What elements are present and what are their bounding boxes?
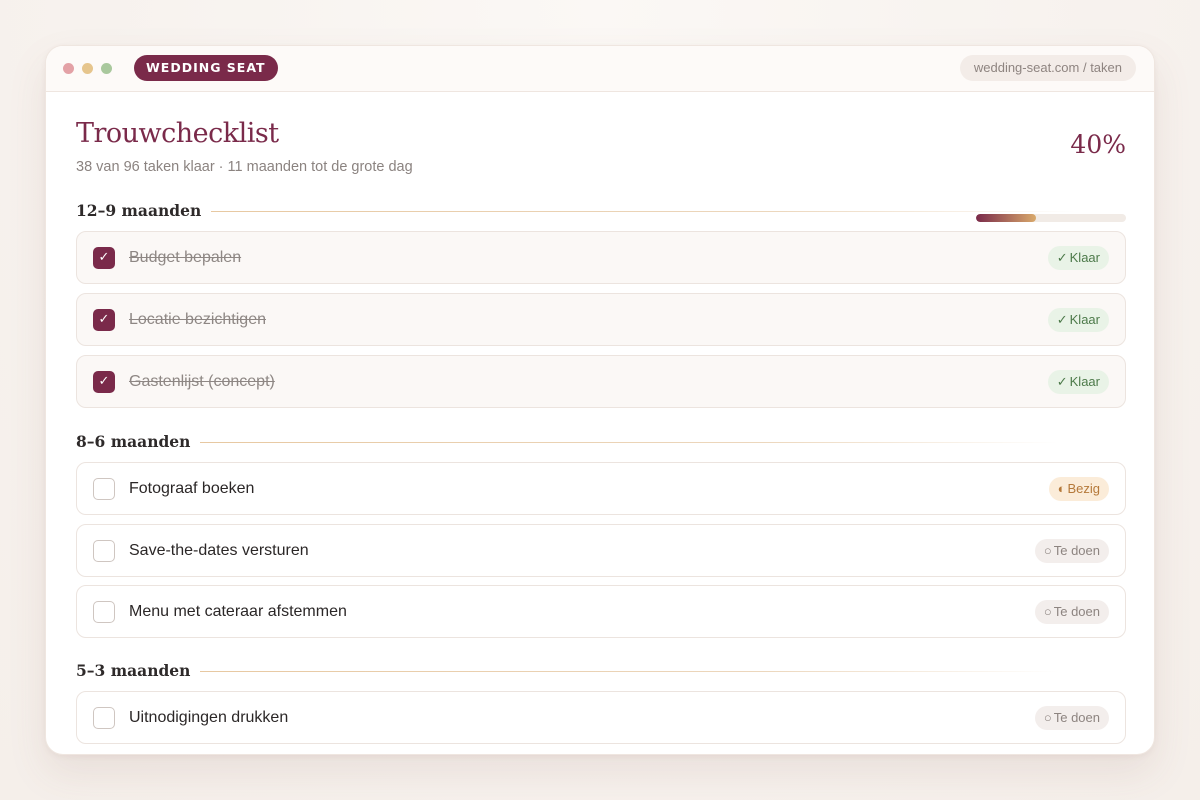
check-icon: ✓ bbox=[98, 250, 110, 265]
task-label: Uitnodigingen drukken bbox=[129, 709, 289, 726]
status-badge[interactable]: ◐ Bezig bbox=[1048, 477, 1109, 501]
task-label: Menu met cateraar afstemmen bbox=[129, 603, 347, 620]
progress-percentage: 40% bbox=[1070, 130, 1126, 159]
section-title: 8–6 maanden bbox=[76, 431, 201, 453]
task-checkbox[interactable]: ✓ bbox=[93, 247, 115, 269]
section-header: 12–9 maanden bbox=[76, 200, 1126, 222]
status-badge-label: Bezig bbox=[1067, 481, 1100, 496]
maximize-window-button[interactable] bbox=[101, 63, 112, 74]
circle-icon: ○ bbox=[1043, 710, 1052, 725]
status-badge[interactable]: ✓ Klaar bbox=[1047, 308, 1109, 332]
status-badge[interactable]: ✓ Klaar bbox=[1047, 370, 1109, 394]
section-divider bbox=[76, 211, 1076, 212]
status-badge-label: Klaar bbox=[1069, 250, 1100, 265]
app-window: WEDDING SEAT wedding-seat.com / taken Tr… bbox=[45, 45, 1155, 755]
check-icon: ✓ bbox=[1056, 374, 1068, 389]
minimize-window-button[interactable] bbox=[82, 63, 93, 74]
check-icon: ✓ bbox=[98, 312, 110, 327]
section-header: 5–3 maanden bbox=[76, 660, 1126, 682]
check-icon: ✓ bbox=[1056, 312, 1068, 327]
status-badge-label: Klaar bbox=[1069, 374, 1100, 389]
status-badge[interactable]: ○ Te doen bbox=[1034, 600, 1109, 624]
task-menu-met-cateraar-afstemmen[interactable]: Menu met cateraar afstemmen ○ Te doen bbox=[76, 585, 1126, 638]
section-divider bbox=[76, 442, 1058, 443]
circle-icon: ○ bbox=[1043, 543, 1052, 558]
task-locatie-bezichtigen[interactable]: ✓ Locatie bezichtigen ✓ Klaar bbox=[76, 293, 1126, 346]
status-badge-label: Te doen bbox=[1053, 604, 1100, 619]
brand-logo[interactable]: WEDDING SEAT bbox=[134, 55, 278, 81]
task-label: Gastenlijst (concept) bbox=[129, 373, 275, 390]
check-icon: ✓ bbox=[98, 374, 110, 389]
page-title: Trouwchecklist bbox=[76, 118, 279, 149]
task-uitnodigingen-drukken[interactable]: Uitnodigingen drukken ○ Te doen bbox=[76, 691, 1126, 744]
task-label: Fotograaf boeken bbox=[129, 480, 255, 497]
status-badge-label: Te doen bbox=[1053, 710, 1100, 725]
status-badge[interactable]: ✓ Klaar bbox=[1047, 246, 1109, 270]
url-bar[interactable]: wedding-seat.com / taken bbox=[959, 55, 1136, 81]
check-icon: ✓ bbox=[1056, 250, 1068, 265]
section-title: 12–9 maanden bbox=[76, 200, 212, 222]
task-gastenlijst-concept[interactable]: ✓ Gastenlijst (concept) ✓ Klaar bbox=[76, 355, 1126, 408]
section-5-3-months: 5–3 maanden bbox=[76, 660, 1126, 682]
task-checkbox[interactable] bbox=[93, 540, 115, 562]
task-label: Locatie bezichtigen bbox=[129, 311, 266, 328]
task-checkbox[interactable]: ✓ bbox=[93, 309, 115, 331]
task-label: Budget bepalen bbox=[129, 249, 242, 266]
page-subtitle: 38 van 96 taken klaar · 11 maanden tot d… bbox=[76, 159, 413, 175]
section-8-6-months: 8–6 maanden bbox=[76, 431, 1126, 453]
task-save-the-dates-versturen[interactable]: Save-the-dates versturen ○ Te doen bbox=[76, 524, 1126, 577]
task-label: Save-the-dates versturen bbox=[129, 542, 309, 559]
task-checkbox[interactable] bbox=[93, 478, 115, 500]
status-badge[interactable]: ○ Te doen bbox=[1034, 706, 1109, 730]
section-header: 8–6 maanden bbox=[76, 431, 1126, 453]
half-circle-icon: ◐ bbox=[1057, 481, 1066, 496]
task-checkbox[interactable] bbox=[93, 707, 115, 729]
section-title: 5–3 maanden bbox=[76, 660, 201, 682]
status-badge-label: Te doen bbox=[1053, 543, 1100, 558]
task-budget-bepalen[interactable]: ✓ Budget bepalen ✓ Klaar bbox=[76, 231, 1126, 284]
circle-icon: ○ bbox=[1043, 604, 1052, 619]
title-bar: WEDDING SEAT wedding-seat.com / taken bbox=[46, 46, 1154, 92]
status-badge-label: Klaar bbox=[1069, 312, 1100, 327]
section-divider bbox=[76, 671, 1058, 672]
task-checkbox[interactable]: ✓ bbox=[93, 371, 115, 393]
close-window-button[interactable] bbox=[63, 63, 74, 74]
task-fotograaf-boeken[interactable]: Fotograaf boeken ◐ Bezig bbox=[76, 462, 1126, 515]
status-badge[interactable]: ○ Te doen bbox=[1034, 539, 1109, 563]
section-12-9-months: 12–9 maanden bbox=[76, 200, 1126, 222]
task-checkbox[interactable] bbox=[93, 601, 115, 623]
